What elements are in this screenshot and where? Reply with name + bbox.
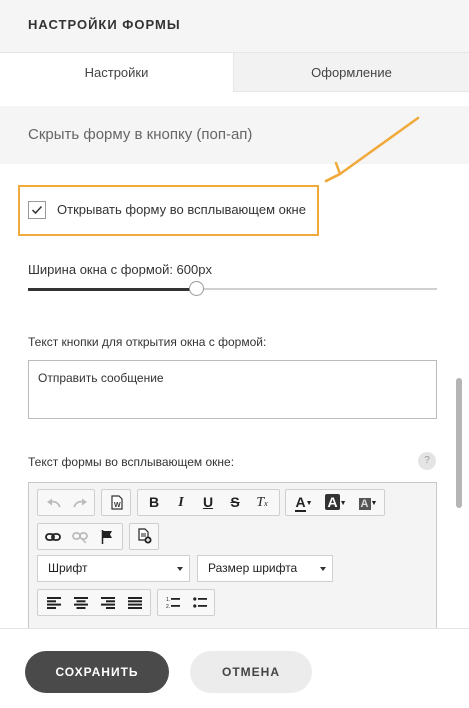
undo-redo-group: [37, 489, 95, 516]
paste-group: W: [101, 489, 131, 516]
popup-checkbox-label[interactable]: Открывать форму во всплывающем окне: [57, 202, 306, 217]
chevron-down-icon: [177, 567, 183, 571]
redo-icon[interactable]: [68, 490, 92, 515]
button-text-input[interactable]: Отправить сообщение: [28, 360, 437, 419]
section-title: Скрыть форму в кнопку (поп-ап): [28, 126, 253, 143]
help-icon[interactable]: ?: [418, 452, 436, 470]
bulleted-list-icon[interactable]: [188, 590, 212, 615]
remove-format-icon[interactable]: Tx: [250, 490, 274, 515]
align-group: [37, 589, 151, 616]
slider-fill: [28, 287, 196, 291]
text-bg-icon[interactable]: A ▼: [353, 490, 383, 515]
insert-template-icon[interactable]: [133, 524, 157, 549]
cancel-button[interactable]: ОТМЕНА: [190, 651, 312, 693]
tab-settings[interactable]: Настройки: [0, 52, 234, 92]
undo-icon[interactable]: [42, 490, 66, 515]
settings-header: НАСТРОЙКИ ФОРМЫ: [0, 0, 469, 52]
svg-text:1.: 1.: [166, 597, 170, 603]
bold-icon[interactable]: B: [142, 490, 166, 515]
popup-text-label: Текст формы во всплывающем окне:: [28, 455, 235, 469]
annotation-arrow-icon: [324, 116, 420, 183]
checkmark-icon: [31, 205, 43, 215]
width-slider[interactable]: [28, 281, 437, 296]
font-size-select[interactable]: Размер шрифта: [197, 555, 333, 582]
anchor-icon[interactable]: [95, 524, 119, 549]
slider-handle[interactable]: [189, 281, 204, 296]
numbered-list-icon[interactable]: 1. 2.: [161, 590, 185, 615]
scrollbar[interactable]: [456, 378, 462, 508]
width-slider-label: Ширина окна с формой: 600px: [28, 262, 212, 277]
list-group: 1. 2.: [157, 589, 215, 616]
color-group: A▼ A ▼ A ▼: [285, 489, 385, 516]
unlink-icon[interactable]: [68, 524, 92, 549]
underline-icon[interactable]: U: [196, 490, 220, 515]
italic-icon[interactable]: I: [169, 490, 193, 515]
tab-design[interactable]: Оформление: [234, 52, 469, 92]
link-group: [37, 523, 123, 550]
save-button[interactable]: СОХРАНИТЬ: [25, 651, 169, 693]
chevron-down-icon: [320, 567, 326, 571]
popup-checkbox[interactable]: [28, 201, 46, 219]
rich-text-editor: W B I U S Tx A▼ A ▼ A ▼ Шрифт Размер шрифт: [28, 482, 437, 632]
text-color-icon[interactable]: A▼: [289, 490, 319, 515]
align-left-icon[interactable]: [41, 590, 67, 615]
header-title: НАСТРОЙКИ ФОРМЫ: [28, 17, 181, 32]
link-icon[interactable]: [41, 524, 65, 549]
format-group: B I U S Tx: [137, 489, 280, 516]
font-family-select[interactable]: Шрифт: [37, 555, 190, 582]
tabs: Настройки Оформление: [0, 52, 469, 92]
svg-text:2.: 2.: [166, 604, 170, 609]
font-size-select-label: Размер шрифта: [208, 561, 298, 575]
svg-text:W: W: [114, 502, 121, 509]
button-text-label: Текст кнопки для открытия окна с формой:: [28, 335, 267, 349]
bg-color-icon[interactable]: A ▼: [321, 490, 351, 515]
font-family-select-label: Шрифт: [48, 561, 88, 575]
strikethrough-icon[interactable]: S: [223, 490, 247, 515]
justify-icon[interactable]: [122, 590, 148, 615]
align-right-icon[interactable]: [95, 590, 121, 615]
paste-from-word-icon[interactable]: W: [105, 490, 129, 515]
align-center-icon[interactable]: [68, 590, 94, 615]
template-group: [129, 523, 159, 550]
